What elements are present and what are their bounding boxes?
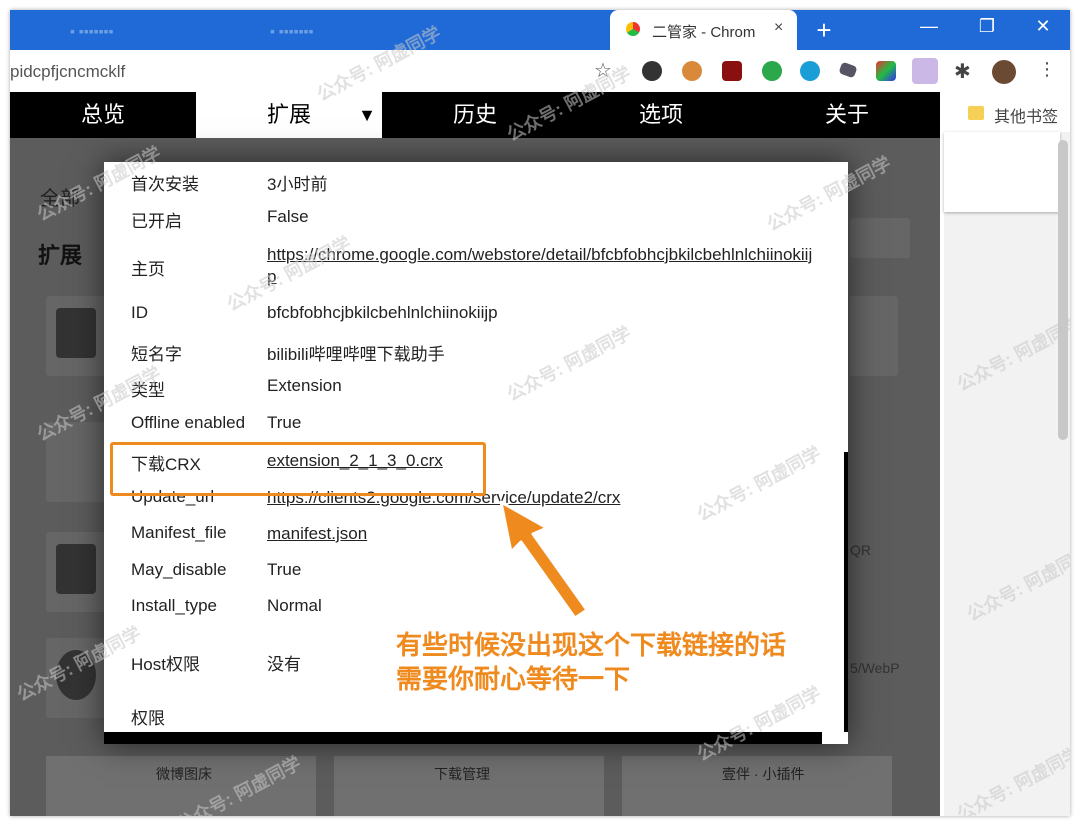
extension-card[interactable] bbox=[46, 532, 106, 612]
callout-line-1: 有些时候没出现这个下载链接的话 bbox=[396, 630, 787, 660]
extensions-puzzle-icon[interactable]: ✱ bbox=[954, 59, 971, 84]
detail-value: bfcbfobhcjbkilcbehlnlchiinokiijp bbox=[267, 303, 498, 322]
detail-key: Host权限 bbox=[131, 655, 200, 674]
extension-card[interactable] bbox=[850, 296, 898, 376]
grid-view-icon[interactable] bbox=[850, 218, 910, 258]
detail-key: 已开启 bbox=[131, 212, 182, 231]
evernote-icon[interactable] bbox=[762, 61, 782, 81]
detail-key: Offline enabled bbox=[131, 413, 246, 432]
close-window-button[interactable]: ✕ bbox=[1028, 16, 1058, 37]
send-icon[interactable] bbox=[838, 61, 858, 79]
detail-key: May_disable bbox=[131, 560, 227, 579]
tab-title: 二管家 - Chrom bbox=[652, 24, 756, 41]
close-tab-icon[interactable]: × bbox=[774, 19, 783, 37]
page-scrollbar[interactable] bbox=[1058, 140, 1068, 440]
tab-strip: ▪ ▪▪▪▪▪▪▪ ▪ ▪▪▪▪▪▪▪ 二管家 - Chrom × + — ❐ … bbox=[10, 10, 1070, 50]
detail-value: 3小时前 bbox=[267, 175, 328, 194]
section-title: 扩展 bbox=[38, 243, 83, 268]
highlight-box bbox=[110, 442, 486, 496]
active-tab[interactable]: 二管家 - Chrom × bbox=[610, 10, 797, 50]
detail-key: Install_type bbox=[131, 596, 217, 615]
card-title: 微博图床 bbox=[156, 766, 212, 782]
nav-extensions[interactable]: 扩展 ▼ bbox=[196, 92, 382, 138]
menu-icon[interactable]: ⋮ bbox=[1038, 59, 1056, 80]
browser-window: ▪ ▪▪▪▪▪▪▪ ▪ ▪▪▪▪▪▪▪ 二管家 - Chrom × + — ❐ … bbox=[10, 10, 1070, 816]
extension-icon[interactable] bbox=[800, 61, 820, 81]
detail-key: Manifest_file bbox=[131, 523, 227, 542]
profile-avatar[interactable] bbox=[992, 60, 1016, 84]
linkedin-icon bbox=[56, 308, 96, 358]
extension-icon[interactable] bbox=[642, 61, 662, 81]
callout-arrow-icon bbox=[499, 500, 589, 620]
extension-card-yiban[interactable]: 壹伴 · 小插件 bbox=[622, 756, 892, 816]
ublock-icon[interactable] bbox=[722, 61, 742, 81]
page-background bbox=[944, 132, 1070, 816]
extension-card-download[interactable]: 下载管理 bbox=[334, 756, 604, 816]
extension-manager-icon[interactable] bbox=[912, 58, 938, 84]
folder-icon bbox=[968, 106, 984, 120]
card-label: 5/WebP bbox=[850, 660, 900, 676]
new-tab-button[interactable]: + bbox=[810, 16, 838, 44]
address-bar[interactable]: pidcpfjcncmcklf bbox=[10, 62, 125, 82]
top-nav: 总览 扩展 ▼ 历史 选项 关于 bbox=[10, 92, 940, 138]
card-title: 下载管理 bbox=[434, 766, 490, 782]
detail-key: 权限 bbox=[131, 709, 165, 728]
card-title: 壹伴 · 小插件 bbox=[722, 766, 805, 782]
minimize-button[interactable]: — bbox=[914, 16, 944, 37]
background-tab[interactable]: ▪ ▪▪▪▪▪▪▪ bbox=[70, 18, 114, 44]
bookmarks-bar: 其他书签 bbox=[940, 92, 1070, 132]
qr-icon bbox=[56, 544, 96, 594]
extension-icon[interactable] bbox=[876, 61, 896, 81]
detail-key: 短名字 bbox=[131, 345, 182, 364]
tab-favicon-icon bbox=[626, 22, 640, 36]
callout-line-2: 需要你耐心等待一下 bbox=[396, 664, 631, 694]
extension-card[interactable] bbox=[46, 296, 106, 376]
nav-overview[interactable]: 总览 bbox=[10, 92, 196, 138]
background-tab[interactable]: ▪ ▪▪▪▪▪▪▪ bbox=[270, 18, 314, 44]
detail-key: ID bbox=[131, 303, 148, 322]
nav-extensions-label: 扩展 bbox=[266, 102, 311, 127]
restore-button[interactable]: ❐ bbox=[972, 16, 1002, 37]
annotation-callout: 有些时候没出现这个下载链接的话 需要你耐心等待一下 bbox=[396, 628, 786, 696]
modal-scrollbar[interactable] bbox=[844, 452, 848, 732]
page-card bbox=[944, 132, 1060, 212]
detail-value: False bbox=[267, 207, 309, 226]
detail-value: True bbox=[267, 413, 302, 432]
chevron-down-icon[interactable]: ▼ bbox=[358, 92, 376, 138]
card-label: QR bbox=[850, 542, 871, 558]
extension-icon[interactable] bbox=[682, 61, 702, 81]
nav-about[interactable]: 关于 bbox=[754, 92, 940, 138]
bookmark-folder-other[interactable]: 其他书签 bbox=[994, 103, 1058, 127]
detail-key: 主页 bbox=[131, 260, 165, 279]
address-toolbar: pidcpfjcncmcklf ☆ ✱ ⋮ bbox=[10, 50, 1070, 93]
